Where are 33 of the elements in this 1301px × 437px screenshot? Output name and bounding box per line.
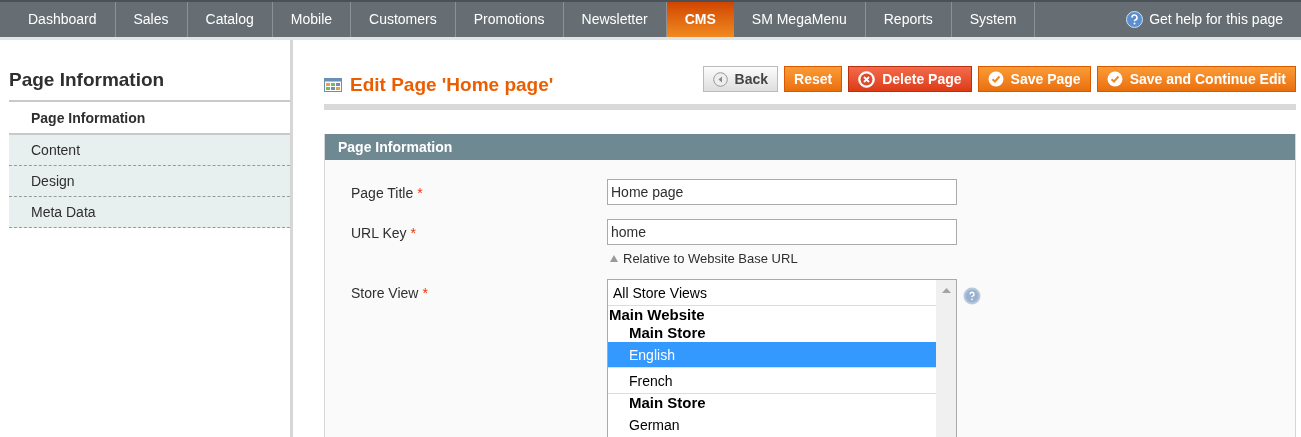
up-triangle-icon <box>610 255 618 263</box>
text-field[interactable]: home <box>607 219 957 245</box>
list-option[interactable]: All Store Views <box>608 279 936 306</box>
sidebar-tab[interactable]: Content <box>9 135 290 166</box>
close-icon <box>858 70 876 88</box>
help-icon[interactable] <box>1126 11 1144 28</box>
grid-icon <box>324 78 342 93</box>
help-icon[interactable] <box>963 286 981 305</box>
back-button[interactable]: Back <box>702 66 779 92</box>
option-group: Main Store <box>608 393 936 412</box>
required-mark: * <box>410 225 416 241</box>
text-field[interactable]: Home page <box>607 179 957 205</box>
check-icon <box>1106 71 1123 87</box>
field-label: Page Title <box>351 185 414 201</box>
check-icon <box>987 71 1004 87</box>
scroll-up-icon[interactable] <box>941 287 951 293</box>
sidebar-tab[interactable]: Design <box>9 166 290 197</box>
page-title: Edit Page 'Home page' <box>350 73 554 97</box>
nav-tab[interactable]: CMS <box>666 2 734 37</box>
option-group: Main Website <box>608 305 936 324</box>
store-view-list[interactable]: All Store Views Main Website Main Store English French Main Store German <box>607 278 957 437</box>
field-label: Store View <box>351 284 419 301</box>
field-label: URL Key <box>351 225 407 241</box>
required-mark: * <box>422 284 428 301</box>
required-mark: * <box>417 185 423 201</box>
section-header: Page Information <box>325 134 1295 160</box>
list-option[interactable]: French <box>608 367 936 394</box>
help-link[interactable]: Get help for this page <box>1149 9 1283 30</box>
option-group: Main Store <box>608 323 936 342</box>
sidebar-tab[interactable]: Meta Data <box>9 197 290 228</box>
list-option[interactable]: English <box>608 341 936 368</box>
field-note: Relative to Website Base URL <box>623 250 798 268</box>
delete-button[interactable]: Delete Page <box>848 66 972 92</box>
